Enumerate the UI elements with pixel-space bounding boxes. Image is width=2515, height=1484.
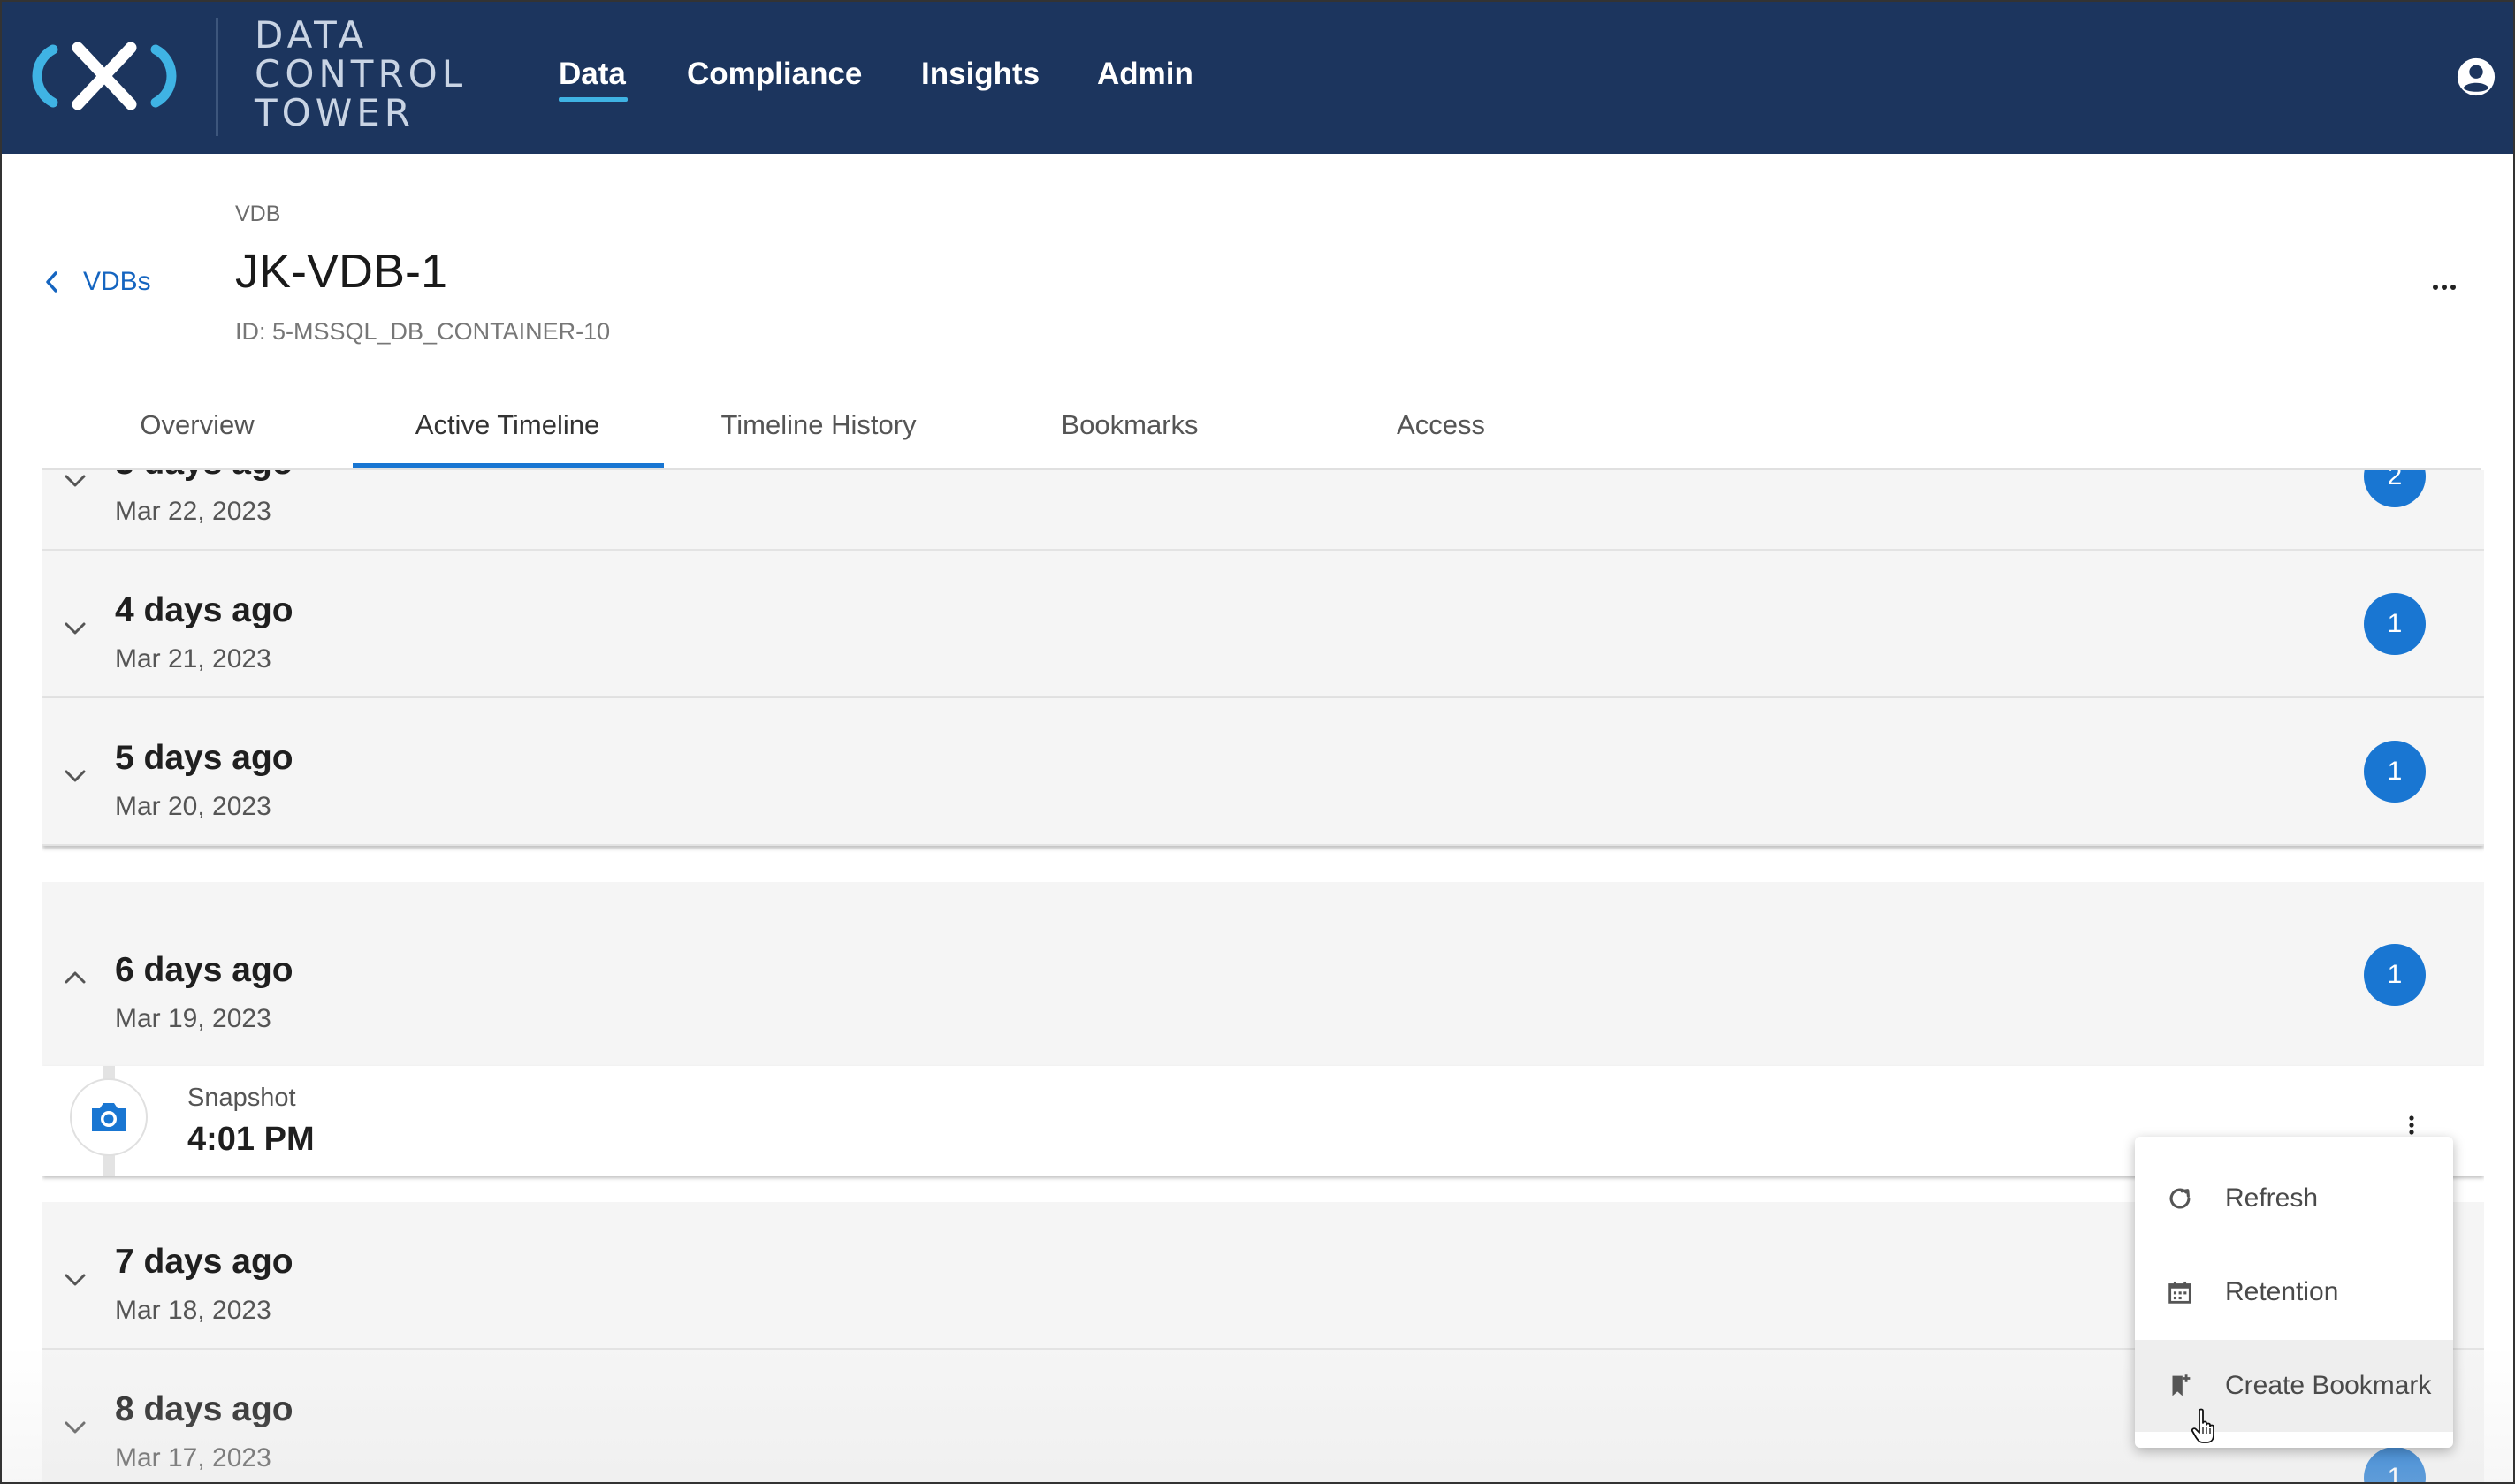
menu-item-label: Refresh (2225, 1183, 2319, 1213)
tab-bar: Overview Active Timeline Timeline Histor… (42, 382, 2481, 470)
calendar-icon (2168, 1281, 2191, 1304)
logo-wordmark: DATA CONTROL TOWER (255, 16, 467, 133)
day-relative-label: 6 days ago (115, 951, 293, 989)
chevron-left-icon (46, 271, 57, 293)
menu-item-create-bookmark[interactable]: Create Bookmark (2135, 1340, 2453, 1432)
day-date-label: Mar 21, 2023 (115, 644, 271, 674)
chevron-down-icon[interactable] (62, 472, 88, 490)
logo-line-3: TOWER (255, 91, 415, 134)
nav-item-compliance[interactable]: Compliance (687, 57, 862, 92)
snapshot-count-badge: 1 (2364, 741, 2426, 803)
app-window: DATA CONTROL TOWER Data Compliance Insig… (0, 0, 2515, 1484)
nav-item-admin[interactable]: Admin (1097, 57, 1193, 92)
tab-overview[interactable]: Overview (42, 382, 352, 468)
day-date-label: Mar 18, 2023 (115, 1296, 271, 1325)
tab-access[interactable]: Access (1285, 382, 1597, 468)
chevron-down-icon[interactable] (62, 767, 88, 785)
timeline-day-row-expanded[interactable]: 6 days ago Mar 19, 2023 1 (42, 882, 2484, 1066)
more-vertical-icon[interactable] (2404, 1112, 2419, 1138)
snapshot-marker (70, 1078, 148, 1156)
snapshot-count-badge: 1 (2364, 593, 2426, 655)
snapshot-count-badge: 1 (2364, 1447, 2426, 1482)
timeline-list: 3 days ago Mar 22, 2023 2 4 days ago Mar… (42, 470, 2484, 1482)
chevron-down-icon[interactable] (62, 1271, 88, 1289)
day-relative-label: 8 days ago (115, 1390, 293, 1428)
object-type-label: VDB (235, 202, 281, 226)
chevron-down-icon[interactable] (62, 620, 88, 637)
hand-pointer-cursor-icon (2191, 1408, 2214, 1443)
chevron-up-icon[interactable] (62, 969, 88, 986)
logo-line-2: CONTROL (255, 52, 468, 95)
nav-active-indicator (559, 97, 628, 102)
day-relative-label: 4 days ago (115, 591, 293, 629)
tab-active-timeline[interactable]: Active Timeline (352, 382, 663, 468)
camera-icon (92, 1103, 126, 1131)
more-horizontal-icon[interactable] (2424, 274, 2465, 301)
snapshot-count-badge: 1 (2364, 944, 2426, 1006)
logo-icon (32, 42, 177, 110)
day-relative-label: 5 days ago (115, 739, 293, 777)
menu-item-label: Retention (2225, 1277, 2339, 1306)
refresh-icon (2169, 1188, 2191, 1209)
timeline-day-row[interactable]: 4 days ago Mar 21, 2023 1 (42, 551, 2484, 698)
tab-active-indicator (353, 463, 664, 468)
timeline-day-row[interactable]: 8 days ago Mar 17, 2023 1 (42, 1350, 2484, 1482)
snapshot-time: 4:01 PM (187, 1121, 315, 1158)
logo-line-1: DATA (255, 13, 369, 57)
day-date-label: Mar 17, 2023 (115, 1443, 271, 1473)
timeline-day-row[interactable]: 7 days ago Mar 18, 2023 (42, 1202, 2484, 1350)
tab-timeline-history[interactable]: Timeline History (663, 382, 974, 468)
snapshot-actions-menu: Refresh Retention Create Bookmark (2135, 1137, 2453, 1448)
day-relative-label: 7 days ago (115, 1243, 293, 1281)
day-relative-label: 3 days ago (115, 470, 293, 483)
back-to-vdbs-link[interactable]: VDBs (41, 267, 151, 297)
nav-item-data[interactable]: Data (559, 57, 626, 92)
page-title: JK-VDB-1 (235, 245, 448, 298)
top-nav-bar: DATA CONTROL TOWER Data Compliance Insig… (2, 2, 2513, 154)
chevron-down-icon[interactable] (62, 1419, 88, 1436)
menu-item-refresh[interactable]: Refresh (2135, 1153, 2453, 1244)
account-circle-icon[interactable] (2456, 57, 2496, 97)
back-link-label: VDBs (83, 267, 151, 296)
snapshot-type-label: Snapshot (187, 1084, 296, 1112)
object-id: ID: 5-MSSQL_DB_CONTAINER-10 (235, 318, 611, 345)
menu-item-retention[interactable]: Retention (2135, 1246, 2453, 1338)
logo-divider (216, 18, 218, 136)
day-date-label: Mar 19, 2023 (115, 1004, 271, 1033)
timeline-day-row[interactable]: 3 days ago Mar 22, 2023 2 (42, 470, 2484, 551)
day-date-label: Mar 20, 2023 (115, 792, 271, 821)
nav-item-insights[interactable]: Insights (921, 57, 1040, 92)
snapshot-row[interactable]: Snapshot 4:01 PM (42, 1066, 2484, 1176)
tab-bookmarks[interactable]: Bookmarks (974, 382, 1285, 468)
bookmark-add-icon (2172, 1374, 2191, 1396)
day-date-label: Mar 22, 2023 (115, 497, 271, 526)
timeline-day-row[interactable]: 5 days ago Mar 20, 2023 1 (42, 698, 2484, 846)
snapshot-count-badge: 2 (2364, 470, 2426, 507)
menu-item-label: Create Bookmark (2225, 1371, 2432, 1400)
